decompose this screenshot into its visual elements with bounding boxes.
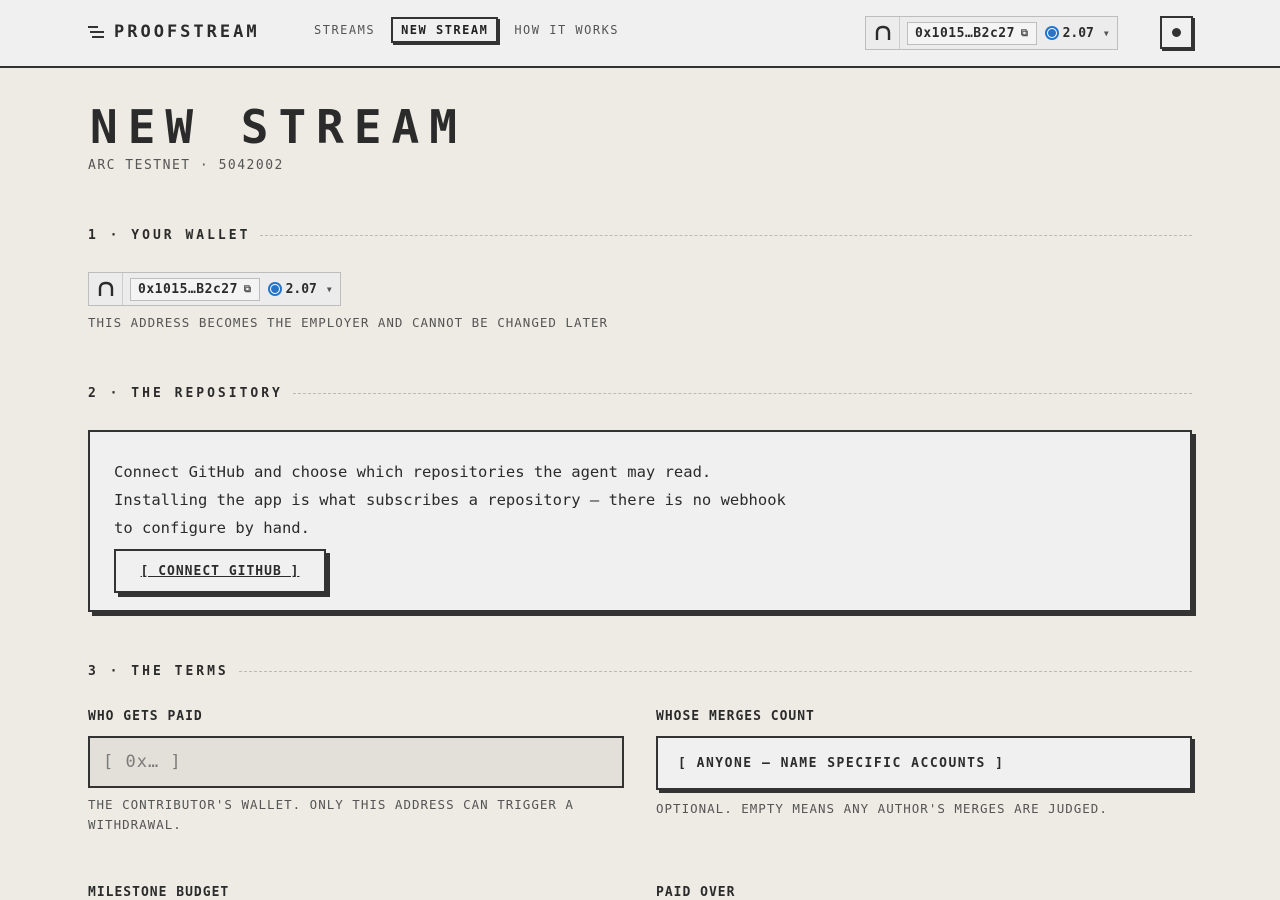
- hint-line: WITHDRAWAL.: [88, 817, 182, 832]
- section-repo-heading: 2 · THE REPOSITORY: [88, 386, 1192, 401]
- theme-dot-icon: [1172, 28, 1181, 37]
- section-divider: [260, 235, 1192, 236]
- wallet-address: 0x1015…B2c27: [915, 25, 1015, 41]
- wallet-balance-value: 2.07: [1062, 25, 1094, 41]
- milestone-budget-label: MILESTONE BUDGET: [88, 885, 230, 900]
- page-title: NEW STREAM: [90, 100, 467, 154]
- wallet-balance: 2.07: [1044, 25, 1094, 41]
- repo-text-line: Connect GitHub and choose which reposito…: [114, 463, 712, 481]
- who-gets-paid-label: WHO GETS PAID: [88, 709, 203, 724]
- repo-panel: Connect GitHub and choose which reposito…: [88, 430, 1192, 612]
- merge-authors-select[interactable]: [ ANYONE — NAME SPECIFIC ACCOUNTS ]: [656, 736, 1192, 790]
- header-wallet-widget[interactable]: 0x1015…B2c27 ⧉ 2.07 ▼: [865, 16, 1118, 50]
- section-title: 3 · THE TERMS: [88, 664, 229, 679]
- paid-over-label: PAID OVER: [656, 885, 736, 900]
- repo-text-line: to configure by hand.: [114, 519, 310, 537]
- section-title: 1 · YOUR WALLET: [88, 228, 251, 243]
- network-subtitle: ARC TESTNET · 5042002: [88, 158, 284, 173]
- main-nav: STREAMS NEW STREAM HOW IT WORKS: [314, 17, 619, 43]
- contributor-wallet-input[interactable]: [ 0x… ]: [88, 736, 624, 788]
- section-wallet-heading: 1 · YOUR WALLET: [88, 228, 1192, 243]
- repo-text-line: Installing the app is what subscribes a …: [114, 491, 786, 509]
- arc-logo-icon: [866, 17, 900, 49]
- merges-hint: OPTIONAL. EMPTY MEANS ANY AUTHOR'S MERGE…: [656, 801, 1108, 816]
- brand-name: PROOFSTREAM: [114, 22, 260, 42]
- usdc-icon: [1044, 26, 1059, 40]
- hint-line: THE CONTRIBUTOR'S WALLET. ONLY THIS ADDR…: [88, 797, 574, 812]
- contributor-hint: THE CONTRIBUTOR'S WALLET. ONLY THIS ADDR…: [88, 795, 628, 835]
- section-divider: [238, 671, 1192, 672]
- wallet-address: 0x1015…B2c27: [138, 281, 238, 297]
- copy-icon[interactable]: ⧉: [244, 284, 252, 295]
- copy-icon[interactable]: ⧉: [1021, 28, 1029, 39]
- logo-icon: [88, 24, 104, 40]
- usdc-icon: [267, 282, 282, 296]
- section-title: 2 · THE REPOSITORY: [88, 386, 283, 401]
- section-wallet-widget[interactable]: 0x1015…B2c27 ⧉ 2.07 ▼: [88, 272, 341, 306]
- wallet-hint: THIS ADDRESS BECOMES THE EMPLOYER AND CA…: [88, 315, 609, 330]
- connect-github-button[interactable]: [ CONNECT GITHUB ]: [114, 549, 326, 593]
- chevron-down-icon[interactable]: ▼: [327, 285, 332, 294]
- section-terms-heading: 3 · THE TERMS: [88, 664, 1192, 679]
- nav-how-it-works[interactable]: HOW IT WORKS: [514, 17, 619, 43]
- wallet-balance: 2.07: [267, 281, 317, 297]
- top-bar: PROOFSTREAM STREAMS NEW STREAM HOW IT WO…: [0, 0, 1280, 68]
- whose-merges-label: WHOSE MERGES COUNT: [656, 709, 815, 724]
- wallet-address-chip[interactable]: 0x1015…B2c27 ⧉: [907, 21, 1037, 45]
- wallet-address-chip[interactable]: 0x1015…B2c27 ⧉: [130, 277, 260, 301]
- theme-toggle-button[interactable]: [1160, 16, 1193, 49]
- chevron-down-icon[interactable]: ▼: [1104, 29, 1109, 38]
- nav-streams[interactable]: STREAMS: [314, 17, 375, 43]
- section-divider: [292, 393, 1192, 394]
- nav-new-stream[interactable]: NEW STREAM: [391, 17, 499, 43]
- repo-description: Connect GitHub and choose which reposito…: [114, 458, 874, 542]
- arc-logo-icon: [89, 273, 123, 305]
- wallet-balance-value: 2.07: [285, 281, 317, 297]
- brand[interactable]: PROOFSTREAM: [88, 22, 260, 42]
